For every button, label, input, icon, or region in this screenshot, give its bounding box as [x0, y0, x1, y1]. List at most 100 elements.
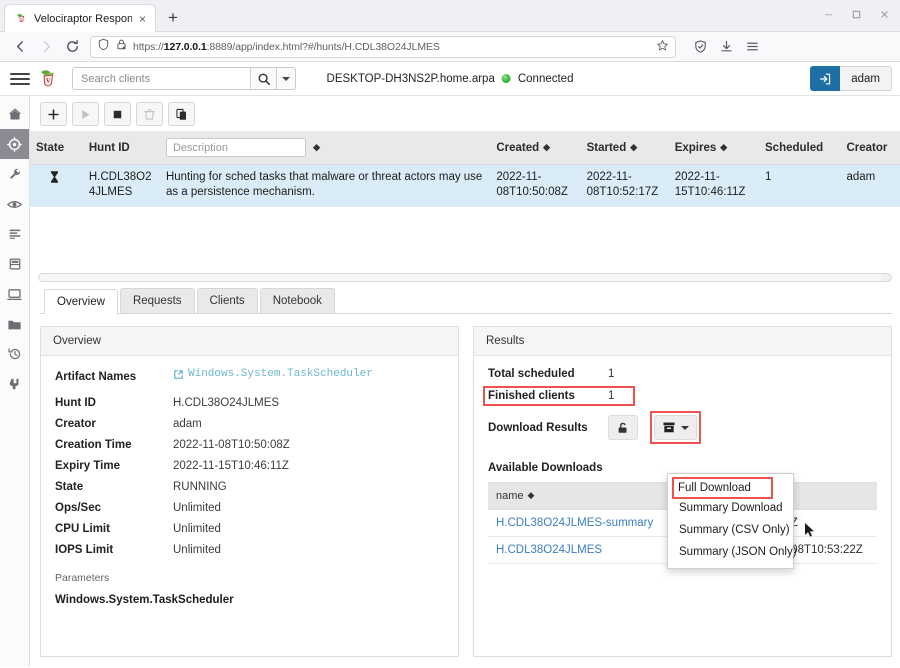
download-button-highlight — [650, 411, 701, 444]
sort-icon-description[interactable]: ◆ — [313, 142, 320, 152]
svg-text:V: V — [20, 16, 23, 21]
username-label[interactable]: adam — [840, 66, 892, 91]
sort-icon-created[interactable]: ◆ — [543, 142, 550, 152]
scrollbar-thumb[interactable] — [39, 274, 883, 281]
maximize-icon[interactable] — [846, 5, 866, 23]
stop-hunt-button[interactable] — [104, 102, 131, 126]
overview-row-creator: Creator adam — [55, 418, 444, 430]
reload-icon[interactable] — [60, 35, 84, 59]
sidebar-item-client[interactable] — [0, 279, 29, 309]
column-hunt-id[interactable]: Hunt ID — [82, 131, 160, 165]
minimize-icon[interactable] — [818, 5, 838, 23]
parameters-label: Parameters — [55, 571, 110, 584]
chevron-down-icon[interactable] — [681, 425, 689, 430]
download-name-cell[interactable]: H.CDL38O24JLMES — [488, 536, 668, 564]
app-body: State Hunt ID ◆ Created◆ Started◆ Expire… — [0, 96, 900, 667]
expiry-time-value: 2022-11-15T10:46:11Z — [173, 459, 289, 472]
column-expires[interactable]: Expires ◆ — [668, 131, 759, 165]
unlock-icon[interactable] — [608, 415, 638, 440]
tab-clients[interactable]: Clients — [196, 288, 258, 313]
downloads-column-name[interactable]: name ◆ — [488, 482, 668, 510]
sidebar-item-home[interactable] — [0, 99, 29, 129]
hunt-detail-area: Overview Requests Clients Notebook Overv… — [30, 282, 900, 657]
sidebar-item-events[interactable] — [0, 189, 29, 219]
tab-notebook[interactable]: Notebook — [259, 288, 335, 313]
tab-overview[interactable]: Overview — [44, 289, 118, 314]
new-tab-button[interactable]: + — [168, 8, 178, 28]
artifact-name-text: Windows.System.TaskScheduler — [188, 368, 373, 380]
results-panel-title: Results — [474, 327, 891, 356]
ops-sec-value: Unlimited — [173, 501, 221, 514]
sort-icon-started[interactable]: ◆ — [630, 142, 637, 152]
hunt-list-empty-space — [30, 207, 900, 267]
hunt-table-horizontal-scrollbar[interactable] — [38, 273, 892, 282]
sidebar-item-server[interactable] — [0, 249, 29, 279]
sidebar-item-history[interactable] — [0, 339, 29, 369]
url-text: https://127.0.0.1:8889/app/index.html?#/… — [133, 40, 440, 53]
column-description[interactable]: ◆ — [159, 131, 491, 165]
sidebar-item-hunts[interactable] — [0, 129, 29, 159]
browser-tabbar: V Velociraptor Response a × + — [0, 0, 900, 32]
creator-label: Creator — [55, 417, 96, 430]
delete-hunt-button[interactable] — [136, 102, 163, 126]
overview-row-iops-limit: IOPS Limit Unlimited — [55, 544, 444, 556]
shield-tracking-icon[interactable] — [97, 38, 110, 56]
search-clients-input[interactable] — [72, 67, 250, 90]
sidebar-item-notebooks[interactable] — [0, 219, 29, 249]
velociraptor-logo-icon: V — [38, 68, 58, 90]
parameters-value: Windows.System.TaskScheduler — [55, 593, 234, 606]
column-started[interactable]: Started ◆ — [580, 131, 669, 165]
app-menu-icon[interactable] — [8, 72, 30, 85]
column-created[interactable]: Created ◆ — [490, 131, 581, 165]
url-bar[interactable]: https://127.0.0.1:8889/app/index.html?#/… — [90, 35, 676, 58]
table-row[interactable]: H.CDL38O24JLMES Hunting for sched tasks … — [30, 164, 900, 208]
sidebar-item-files[interactable] — [0, 309, 29, 339]
menu-item-summary-csv[interactable]: Summary (CSV Only) — [668, 519, 793, 541]
close-icon[interactable] — [874, 5, 894, 23]
sort-icon-expires[interactable]: ◆ — [720, 142, 727, 152]
download-link[interactable]: H.CDL38O24JLMES — [496, 544, 602, 556]
ops-sec-label: Ops/Sec — [55, 501, 102, 514]
forward-icon[interactable] — [34, 35, 58, 59]
lock-warning-icon[interactable] — [115, 38, 128, 56]
logout-icon[interactable] — [810, 66, 841, 91]
column-state[interactable]: State — [30, 131, 83, 165]
sidebar-item-search[interactable] — [0, 369, 29, 399]
overview-row-artifact-names: Artifact Names Windows.System.TaskSchedu… — [55, 368, 444, 383]
menu-item-full-download[interactable]: Full Download — [672, 477, 773, 499]
column-scheduled[interactable]: Scheduled — [759, 131, 841, 165]
column-creator[interactable]: Creator — [840, 131, 900, 165]
tab-close-icon[interactable]: × — [138, 13, 147, 25]
cell-state — [30, 165, 83, 208]
hunt-table: State Hunt ID ◆ Created◆ Started◆ Expire… — [30, 131, 900, 207]
description-filter-input[interactable] — [165, 138, 306, 157]
menu-item-summary-json[interactable]: Summary (JSON Only) — [668, 541, 797, 563]
window-controls — [818, 5, 894, 23]
artifact-link[interactable]: Windows.System.TaskScheduler — [173, 368, 373, 380]
menu-item-summary-download[interactable]: Summary Download — [668, 497, 793, 519]
app-header: V DESKTOP-DH3NS2P.home.arpa Connected — [0, 62, 900, 96]
shield-privacy-icon[interactable] — [688, 35, 712, 59]
run-hunt-button[interactable] — [72, 102, 99, 126]
download-link[interactable]: H.CDL38O24JLMES-summary — [496, 517, 653, 529]
bookmark-star-icon[interactable] — [656, 39, 669, 55]
downloads-icon[interactable] — [714, 35, 738, 59]
back-icon[interactable] — [8, 35, 32, 59]
copy-hunt-button[interactable] — [168, 102, 195, 126]
archive-download-icon — [663, 422, 675, 433]
browser-menu-icon[interactable] — [740, 35, 764, 59]
overview-row-expiry-time: Expiry Time 2022-11-15T10:46:11Z — [55, 460, 444, 472]
browser-tab[interactable]: V Velociraptor Response a × — [4, 4, 156, 32]
cell-hunt-id: H.CDL38O24JLMES — [88, 171, 152, 198]
detail-panels: Overview Artifact Names Windows.System.T… — [40, 314, 892, 657]
search-icon[interactable] — [250, 67, 277, 90]
sidebar-item-artifacts[interactable] — [0, 159, 29, 189]
download-results-dropdown-button[interactable] — [654, 415, 697, 440]
hostname-label: DESKTOP-DH3NS2P.home.arpa — [326, 72, 495, 85]
download-name-cell[interactable]: H.CDL38O24JLMES-summary — [488, 509, 668, 537]
search-options-dropdown[interactable] — [277, 67, 296, 90]
new-hunt-button[interactable] — [40, 102, 67, 126]
user-menu[interactable]: adam — [810, 66, 892, 91]
sort-icon-name[interactable]: ◆ — [528, 491, 535, 500]
tab-requests[interactable]: Requests — [119, 288, 195, 313]
